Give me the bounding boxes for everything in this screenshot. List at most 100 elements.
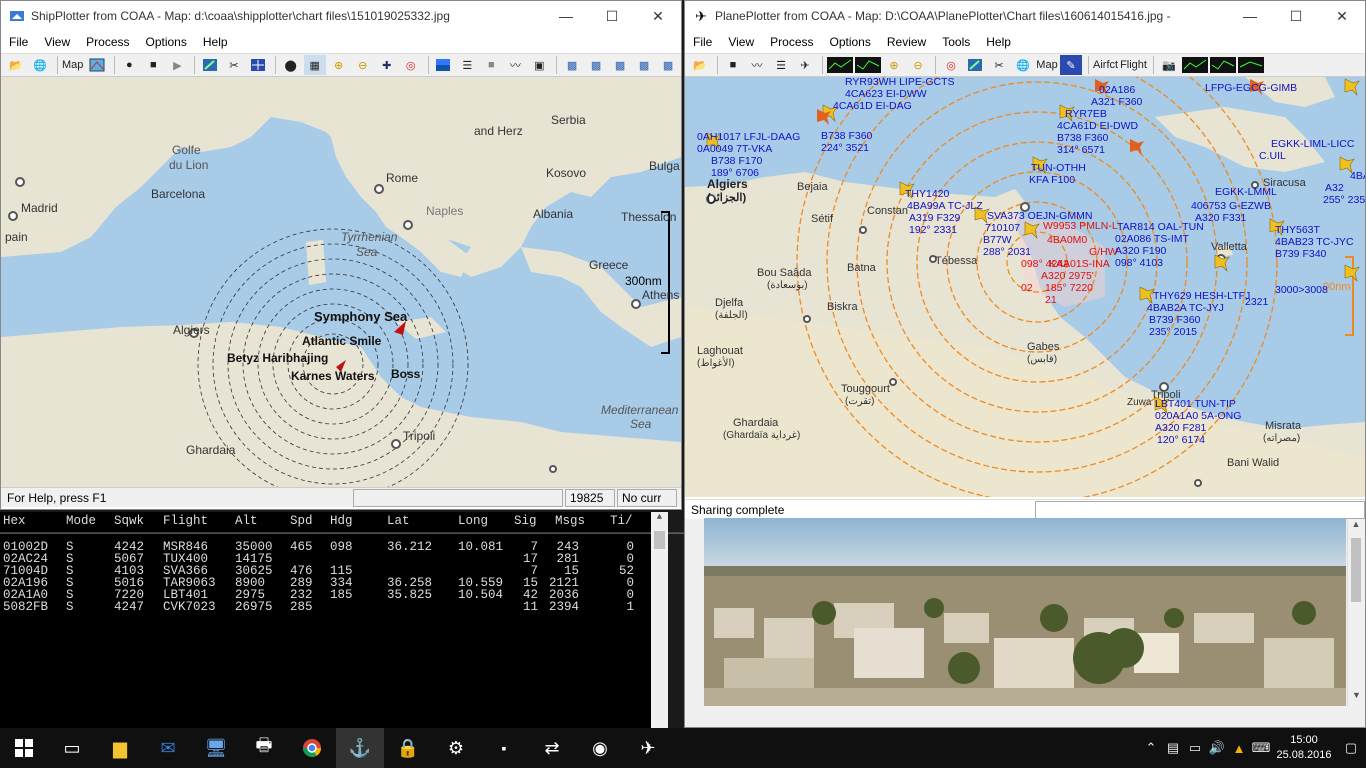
scroll-up-icon[interactable]: ▲ bbox=[651, 512, 668, 529]
aircraft-label[interactable]: 710107 bbox=[985, 223, 1020, 234]
globe-icon[interactable]: 🌐 bbox=[1012, 55, 1034, 75]
airfct-button[interactable]: Airfct bbox=[1093, 55, 1118, 75]
zoom-area-icon[interactable] bbox=[964, 55, 986, 75]
monitor-icon[interactable]: ▭ bbox=[1184, 740, 1206, 756]
flight-button[interactable]: Flight bbox=[1120, 55, 1147, 75]
aircraft-label[interactable]: 4CA623 EI-DWW bbox=[845, 89, 927, 100]
outlook-icon[interactable]: ✉ bbox=[144, 728, 192, 768]
aircraft-label[interactable]: B77W bbox=[983, 235, 1012, 246]
layers-icon[interactable]: ▦ bbox=[303, 55, 326, 75]
list-icon[interactable]: ☰ bbox=[456, 55, 478, 75]
zoom-in-icon[interactable]: ⊕ bbox=[328, 55, 350, 75]
menu-file[interactable]: File bbox=[1, 35, 36, 49]
keyboard-icon[interactable]: ⌨ bbox=[1250, 740, 1272, 756]
aircraft-label-red[interactable]: A320 2975' bbox=[1041, 271, 1094, 282]
google-drive-icon[interactable]: ▲ bbox=[1228, 741, 1250, 756]
aircraft-label[interactable]: B739 F360 bbox=[1149, 315, 1200, 326]
stop-icon[interactable]: ■ bbox=[142, 55, 164, 75]
map-button[interactable]: Map bbox=[1036, 55, 1058, 75]
open-folder-icon[interactable]: 📂 bbox=[689, 55, 711, 75]
chart-green-icon[interactable] bbox=[1237, 55, 1264, 75]
vessel-label[interactable]: Karnes Waters bbox=[291, 369, 375, 383]
minimize-button[interactable]: — bbox=[1227, 1, 1273, 31]
remote-desktop-icon[interactable]: 🖥 bbox=[192, 728, 240, 768]
aircraft-label[interactable]: 020A1A0 5A-ONG bbox=[1155, 411, 1241, 422]
menu-options[interactable]: Options bbox=[138, 35, 195, 49]
menu-file[interactable]: File bbox=[685, 35, 720, 49]
crosshair-icon[interactable] bbox=[247, 55, 269, 75]
aircraft-label[interactable]: 189° 6706 bbox=[711, 168, 759, 179]
wave-icon[interactable]: 〰 bbox=[504, 55, 526, 75]
aircraft-label[interactable]: 0A0049 7T-VKA bbox=[697, 144, 772, 155]
open-folder-icon[interactable]: 📂 bbox=[5, 55, 27, 75]
zoom-area-icon[interactable] bbox=[199, 55, 221, 75]
vessel-label[interactable]: Symphony Sea bbox=[314, 309, 407, 324]
network-icon[interactable]: ▤ bbox=[1162, 740, 1184, 756]
tile-4-icon[interactable]: ▩ bbox=[633, 55, 655, 75]
aircraft-label-red[interactable]: 4BA0M0 bbox=[1047, 235, 1087, 246]
aircraft-label[interactable]: 406753 G-EZWB bbox=[1191, 201, 1271, 212]
scroll-down-icon[interactable]: ▼ bbox=[1348, 690, 1365, 707]
menu-view[interactable]: View bbox=[720, 35, 762, 49]
flag-icon[interactable]: ✚ bbox=[376, 55, 398, 75]
file-explorer-icon[interactable]: ▆ bbox=[96, 728, 144, 768]
aircraft-label[interactable]: 2321 bbox=[1245, 297, 1268, 308]
aircraft-label[interactable]: A319 F329 bbox=[909, 213, 960, 224]
menu-process[interactable]: Process bbox=[762, 35, 821, 49]
aircraft-label[interactable]: B738 F360 bbox=[821, 131, 872, 142]
planeplotter-settings-icon[interactable]: ⚙ bbox=[432, 728, 480, 768]
plane-map[interactable]: Algiers (الجزائر) Bejaia Sétif Constan B… bbox=[685, 77, 1365, 497]
grey-box-icon[interactable]: ■ bbox=[480, 55, 502, 75]
center-icon[interactable]: ⬤ bbox=[280, 55, 302, 75]
aircraft-label[interactable]: 255° 235 bbox=[1323, 195, 1365, 206]
draw-icon[interactable]: ✎ bbox=[1060, 55, 1082, 75]
scroll-up-icon[interactable]: ▲ bbox=[1348, 519, 1364, 536]
maximize-button[interactable]: ☐ bbox=[589, 1, 635, 31]
printer-icon[interactable]: 🖶 bbox=[240, 728, 288, 768]
aircraft-label[interactable]: TAR814 OAL-TUN bbox=[1117, 222, 1204, 233]
tools-icon[interactable]: ✂ bbox=[988, 55, 1010, 75]
planeplotter-taskbar-icon[interactable]: ✈ bbox=[624, 728, 672, 768]
aircraft-label[interactable]: A320 F190 bbox=[1115, 246, 1166, 257]
window-icon[interactable]: ▣ bbox=[528, 55, 550, 75]
shipplotter-titlebar[interactable]: ShipPlotter from COAA - Map: d:\coaa\shi… bbox=[1, 1, 681, 31]
sea-view-icon[interactable] bbox=[432, 55, 454, 75]
aircraft-label[interactable]: LBT401 TUN-TIP bbox=[1155, 399, 1236, 410]
console-scrollbar[interactable]: ▲ bbox=[651, 512, 668, 728]
aircraft-label-red[interactable]: 185° 7220 bbox=[1045, 283, 1093, 294]
volume-icon[interactable]: 🔊 bbox=[1206, 740, 1228, 756]
aircraft-label[interactable]: A320 F331 bbox=[1195, 213, 1246, 224]
aircraft-label[interactable]: 120° 6174 bbox=[1157, 435, 1205, 446]
aircraft-label[interactable]: TUN-OTHH bbox=[1031, 163, 1086, 174]
aircraft-label[interactable]: 4BA bbox=[1350, 171, 1365, 182]
menu-help[interactable]: Help bbox=[978, 35, 1019, 49]
close-button[interactable]: ✕ bbox=[1319, 1, 1365, 31]
tile-5-icon[interactable]: ▩ bbox=[657, 55, 679, 75]
webcam-icon[interactable]: ◉ bbox=[576, 728, 624, 768]
aircraft-label[interactable]: 4CA61D EI-DAG bbox=[833, 101, 912, 112]
aircraft-label[interactable]: 224° 3521 bbox=[821, 143, 869, 154]
aircraft-label[interactable]: 192° 2331 bbox=[909, 225, 957, 236]
record-icon[interactable]: ● bbox=[118, 55, 140, 75]
aircraft-label[interactable]: RYR93WH LIPE-GCTS bbox=[845, 77, 955, 88]
aircraft-label[interactable]: 235° 2015 bbox=[1149, 327, 1197, 338]
map-button[interactable]: Map bbox=[62, 55, 84, 75]
aircraft-label[interactable]: 4CA61D EI-DWD bbox=[1057, 121, 1138, 132]
chart-green-icon[interactable] bbox=[1181, 55, 1208, 75]
chrome-icon[interactable] bbox=[288, 728, 336, 768]
aircraft-label[interactable]: 4BAB2A TC-JYJ bbox=[1147, 303, 1224, 314]
aircraft-label[interactable]: 02A186 bbox=[1099, 85, 1135, 96]
planeplotter-titlebar[interactable]: ✈ PlanePlotter from COAA - Map: D:\COAA\… bbox=[685, 1, 1365, 31]
aircraft-label[interactable]: 3000>3008 bbox=[1275, 285, 1328, 296]
aircraft-label[interactable]: KFA F100 bbox=[1029, 175, 1075, 186]
menu-tools[interactable]: Tools bbox=[934, 35, 978, 49]
aircraft-label[interactable]: THY1420 bbox=[905, 189, 949, 200]
teamviewer-icon[interactable]: ⇄ bbox=[528, 728, 576, 768]
cmd-icon[interactable]: ▪ bbox=[480, 728, 528, 768]
aircraft-label-red[interactable]: KAA01S-INA bbox=[1049, 259, 1110, 270]
chart-green-icon[interactable] bbox=[827, 55, 853, 75]
lower-pane-scrollbar[interactable]: ▲ ▼ bbox=[1347, 519, 1364, 707]
aircraft-label[interactable]: EGKK-LMML bbox=[1215, 187, 1277, 198]
zoom-out-icon[interactable]: ⊖ bbox=[907, 55, 929, 75]
aircraft-label[interactable]: A321 F360 bbox=[1091, 97, 1142, 108]
